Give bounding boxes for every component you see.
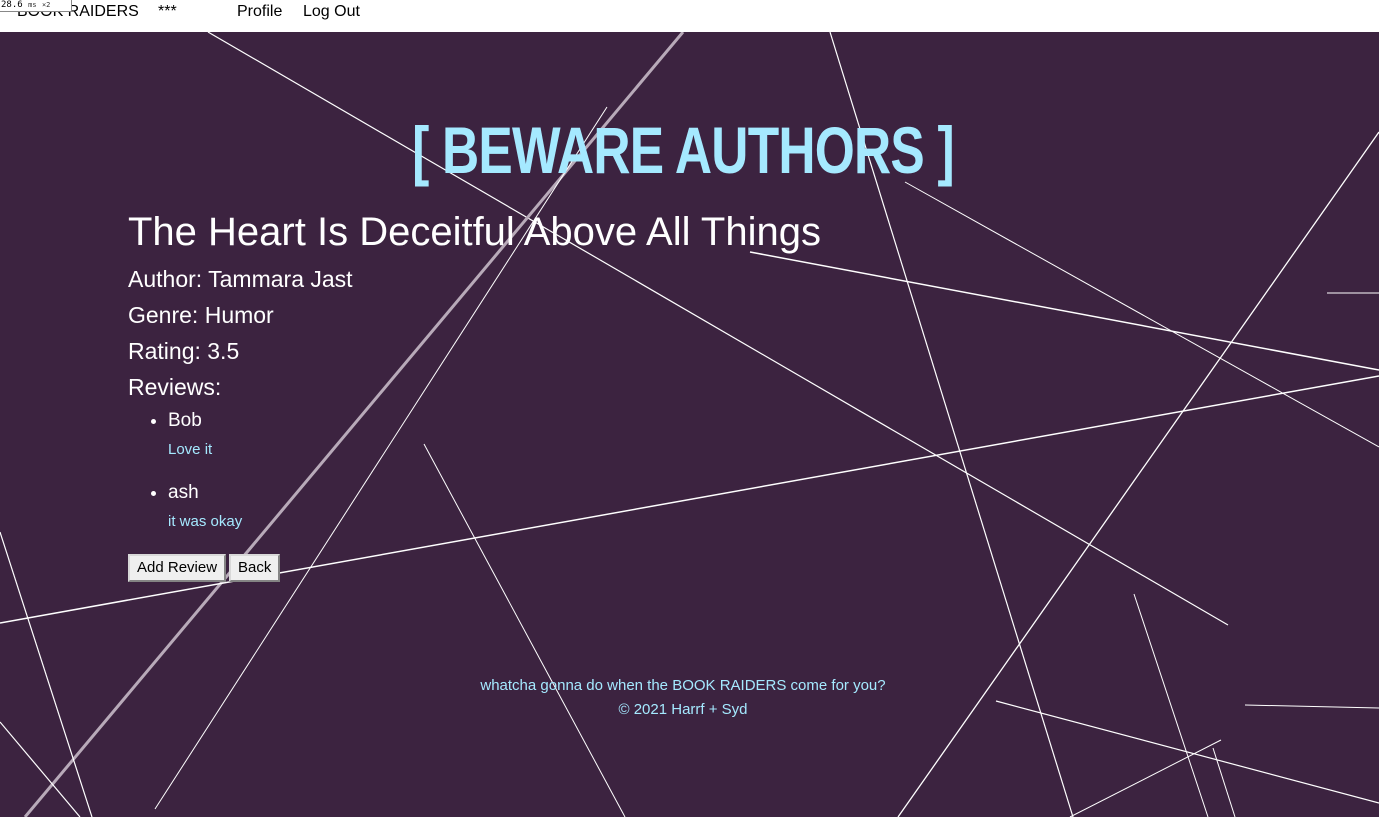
review-list: Bob Love it ash it was okay	[151, 409, 243, 553]
fps-badge: 28.6 ms ×2	[0, 0, 72, 12]
book-author: Author: Tammara Jast	[128, 266, 353, 292]
review-text: Love it	[168, 441, 213, 458]
main-content: [ BEWARE AUTHORS ] The Heart Is Deceitfu…	[0, 32, 1379, 817]
footer-copyright: © 2021 Harrf + Syd	[618, 701, 748, 718]
footer-tagline: whatcha gonna do when the BOOK RAIDERS c…	[480, 677, 886, 694]
book-genre: Genre: Humor	[128, 302, 274, 328]
review-author: Bob	[168, 410, 202, 431]
review-author: ash	[168, 482, 199, 503]
footer: whatcha gonna do when the BOOK RAIDERS c…	[0, 674, 1366, 722]
book-rating: Rating: 3.5	[128, 338, 240, 364]
fps-unit: ms	[28, 1, 37, 9]
bullet-icon	[151, 419, 156, 424]
review-item: Bob Love it	[151, 409, 242, 481]
action-buttons: Add Review Back	[128, 554, 281, 582]
fps-multiplier: ×2	[41, 1, 51, 9]
book-title: The Heart Is Deceitful Above All Things	[128, 210, 821, 254]
review-item: ash it was okay	[151, 481, 243, 553]
reviews-heading: Reviews:	[128, 374, 222, 400]
nav-logout-link[interactable]: Log Out	[303, 3, 360, 21]
nav-stars-link[interactable]: ***	[158, 3, 177, 21]
site-title: [ BEWARE AUTHORS ]	[412, 113, 955, 187]
nav-profile-link[interactable]: Profile	[237, 3, 282, 21]
back-button[interactable]: Back	[229, 554, 281, 582]
bullet-icon	[151, 491, 156, 496]
add-review-button[interactable]: Add Review	[128, 554, 227, 582]
fps-value: 28.6	[1, 0, 23, 10]
top-navbar: BOOK RAIDERS *** Profile Log Out	[0, 0, 1379, 32]
review-text: it was okay	[168, 513, 243, 530]
